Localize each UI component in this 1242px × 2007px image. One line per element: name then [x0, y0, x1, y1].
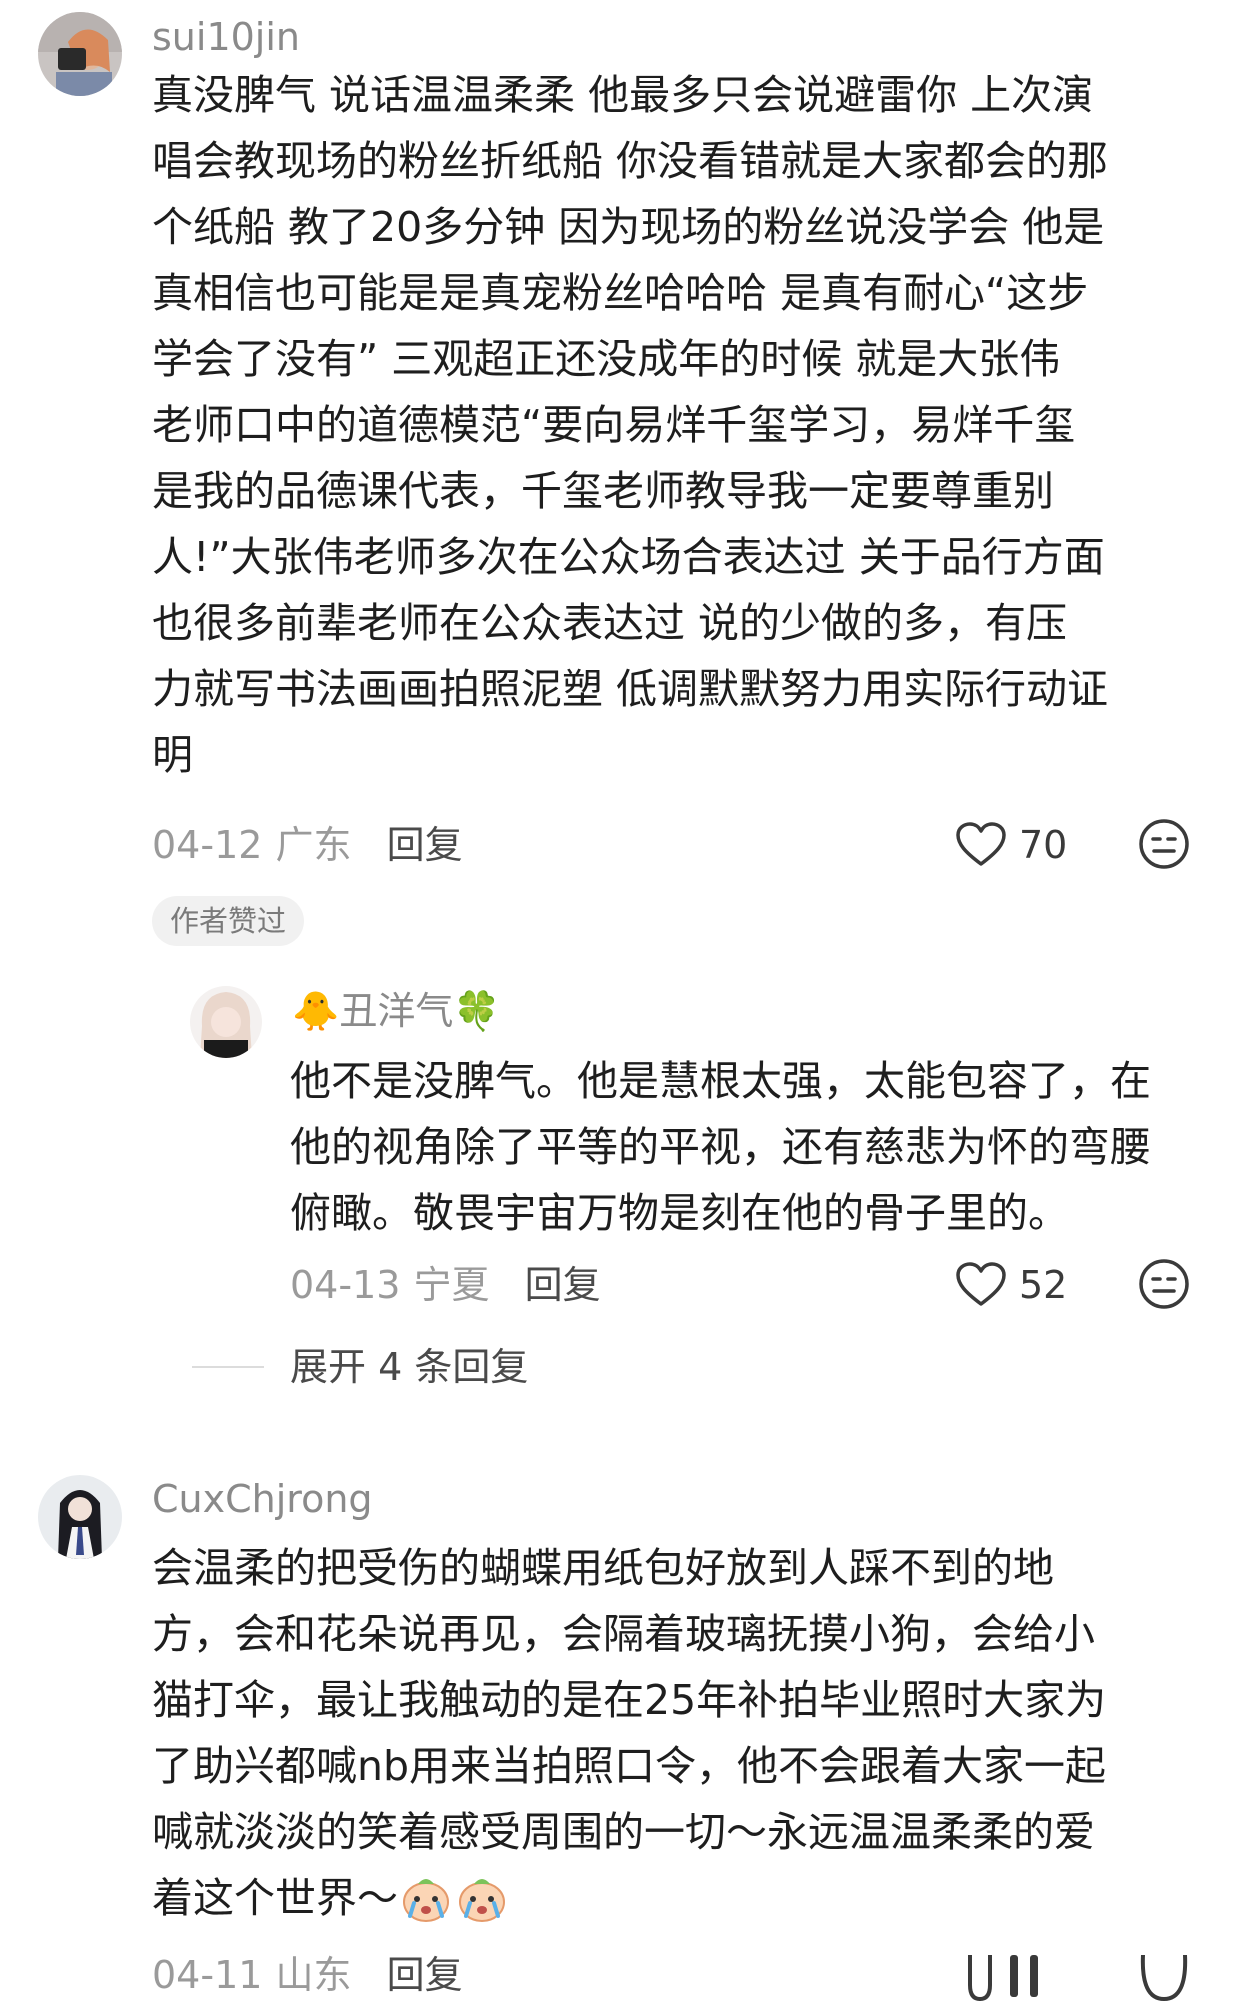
- avatar[interactable]: [38, 1475, 122, 1559]
- comment-line: 方，会和花朵说再见，会隔着玻璃抚摸小狗，会给小: [152, 1610, 1095, 1658]
- avatar[interactable]: [38, 12, 122, 96]
- crying-face-sticker-icon: [403, 1879, 449, 1922]
- reply-button[interactable]: 回复: [525, 1263, 601, 1307]
- heart-outline-icon: [956, 1262, 1006, 1306]
- crying-face-sticker-icon: [459, 1879, 505, 1922]
- reply-button[interactable]: 回复: [387, 823, 463, 867]
- comment-line: 是我的品德课代表，千玺老师教导我一定要尊重别: [152, 467, 1054, 515]
- like-button[interactable]: 70: [955, 818, 1075, 872]
- reply-line: 他的视角除了平等的平视，还有慈悲为怀的弯腰: [290, 1123, 1151, 1171]
- comment-line: 唱会教现场的粉丝折纸船 你没看错就是大家都会的那: [152, 137, 1109, 185]
- comment-line: 人!”大张伟老师多次在公众场合表达过 关于品行方面: [152, 533, 1105, 581]
- neutral-face-icon[interactable]: [1138, 1258, 1190, 1310]
- comment-line: 力就写书法画画拍照泥塑 低调默默努力用实际行动证: [152, 665, 1109, 713]
- comment-body: 会温柔的把受伤的蝴蝶用纸包好放到人踩不到的地 方，会和花朵说再见，会隔着玻璃抚摸…: [152, 1535, 1106, 1931]
- comment-line: 会温柔的把受伤的蝴蝶用纸包好放到人踩不到的地: [152, 1544, 1054, 1592]
- reply-line: 他不是没脾气。他是慧根太强，太能包容了，在: [290, 1057, 1151, 1105]
- comment-line: 喊就淡淡的笑着感受周围的一切～永远温温柔柔的爱: [152, 1808, 1095, 1856]
- comment-body: 真没脾气 说话温温柔柔 他最多只会说避雷你 上次演 唱会教现场的粉丝折纸船 你没…: [152, 62, 1108, 788]
- comment-line: 真没脾气 说话温温柔柔 他最多只会说避雷你 上次演: [152, 71, 1094, 119]
- expand-replies-button[interactable]: 展开 4 条回复: [290, 1344, 528, 1390]
- reply-username[interactable]: 🐥丑洋气🍀: [292, 988, 501, 1034]
- author-liked-badge: 作者赞过: [152, 896, 305, 946]
- reply-line: 俯瞰。敬畏宇宙万物是刻在他的骨子里的。: [290, 1189, 1069, 1237]
- reply-location: 宁夏: [413, 1263, 490, 1307]
- expand-divider: [192, 1366, 264, 1368]
- comment-line: 学会了没有” 三观超正还没成年的时候 就是大张伟: [152, 335, 1061, 383]
- like-count: 70: [1019, 823, 1068, 867]
- comment-line: 着这个世界～: [152, 1865, 1106, 1931]
- comment-meta: 04-11 山东 回复: [152, 1952, 463, 1998]
- comment-line: 了助兴都喊nb用来当拍照口令，他不会跟着大家一起: [152, 1742, 1107, 1790]
- comment-line: 猫打伞，最让我触动的是在25年补拍毕业照时大家为: [152, 1676, 1107, 1724]
- neutral-face-icon[interactable]: [1138, 818, 1190, 870]
- heart-outline-icon: [956, 822, 1006, 866]
- comment-line: 真相信也可能是是真宠粉丝哈哈哈 是真有耐心“这步: [152, 269, 1089, 317]
- comment-username[interactable]: sui10jin: [152, 14, 300, 60]
- avatar[interactable]: [190, 986, 262, 1058]
- comment-line-text: 着这个世界～: [152, 1874, 398, 1922]
- comment-line: 个纸船 教了20多分钟 因为现场的粉丝说没学会 他是: [152, 203, 1105, 251]
- comment-line: 明: [152, 731, 193, 779]
- comment-line: 也很多前辈老师在公众表达过 说的少做的多，有压: [152, 599, 1068, 647]
- comment-username[interactable]: CuxChjrong: [152, 1476, 373, 1522]
- comment-location: 山东: [275, 1953, 352, 1997]
- comment-location: 广东: [275, 823, 352, 867]
- comment-meta: 04-12 广东 回复: [152, 822, 463, 868]
- neutral-face-icon[interactable]: [1138, 1953, 1190, 2003]
- comment-date: 04-12: [152, 823, 263, 867]
- like-button[interactable]: [960, 1953, 1050, 2003]
- reply-button[interactable]: 回复: [387, 1953, 463, 1997]
- comment-line: 老师口中的道德模范“要向易烊千玺学习，易烊千玺: [152, 401, 1076, 449]
- reply-body: 他不是没脾气。他是慧根太强，太能包容了，在 他的视角除了平等的平视，还有慈悲为怀…: [290, 1048, 1151, 1246]
- like-count: 52: [1019, 1263, 1068, 1307]
- like-button[interactable]: 52: [955, 1258, 1075, 1312]
- heart-outline-icon: [968, 1953, 1038, 2001]
- reply-meta: 04-13 宁夏 回复: [290, 1262, 601, 1308]
- comment-date: 04-11: [152, 1953, 263, 1997]
- reply-date: 04-13: [290, 1263, 401, 1307]
